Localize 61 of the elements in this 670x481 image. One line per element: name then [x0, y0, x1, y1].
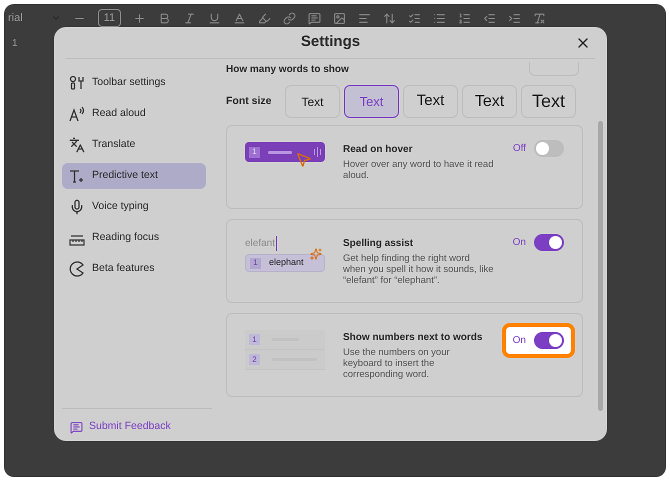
sidebar-item[interactable]: Read aloud	[62, 101, 206, 127]
microphone-icon	[69, 199, 85, 215]
toggle-switch[interactable]	[534, 332, 564, 349]
pie-icon	[69, 261, 85, 277]
bold-icon[interactable]	[158, 12, 172, 24]
plus-icon[interactable]	[133, 12, 146, 24]
font-size-option[interactable]: Text	[521, 85, 576, 118]
font-size-option[interactable]: Text	[403, 85, 458, 118]
setting-label: How many words to show	[226, 62, 349, 76]
submit-feedback-link[interactable]: Submit Feedback	[89, 419, 171, 435]
feature-title: Show numbers next to words	[343, 331, 484, 345]
text-color-icon[interactable]	[233, 12, 246, 24]
speaking-letter-icon	[69, 106, 85, 122]
toggle-control[interactable]: On	[512, 234, 564, 251]
toggle-switch[interactable]	[534, 140, 564, 157]
toggle-switch[interactable]	[534, 234, 564, 251]
link-icon[interactable]	[283, 12, 296, 24]
font-size-option[interactable]: Text	[285, 85, 340, 118]
font-name[interactable]: rial	[8, 10, 23, 26]
feature-description: Use the numbers on your keyboard to insert the corresponding word.	[343, 347, 451, 380]
underline-icon[interactable]	[208, 12, 222, 24]
tools-icon	[69, 75, 85, 91]
toggle-state-label: On	[512, 334, 526, 348]
ruler-mark: 1	[12, 37, 18, 51]
sparkle-icon	[310, 248, 322, 260]
toggle-state-label: Off	[512, 142, 526, 156]
italic-icon[interactable]	[183, 12, 196, 24]
feature-title: Read on hover	[343, 143, 414, 157]
line-spacing-icon[interactable]	[383, 12, 396, 24]
clear-formatting-icon[interactable]	[533, 12, 546, 24]
indent-icon[interactable]	[508, 12, 522, 24]
feature-title: Spelling assist	[343, 237, 414, 251]
sidebar-item[interactable]: Reading focus	[62, 225, 206, 251]
sidebar-item[interactable]: Voice typing	[62, 194, 206, 220]
sidebar-item[interactable]: Predictive text	[62, 163, 206, 189]
sidebar-item[interactable]: Toolbar settings	[62, 70, 206, 96]
feature-description: Get help finding the right word when you spell it how it sounds, like “elefant” for “elephant”.	[343, 253, 494, 286]
highlighted-toggle-control[interactable]: On	[502, 323, 575, 358]
numbered-list-preview: 1 2	[245, 330, 325, 370]
feature-description: Hover over any word to have it read aloud.	[343, 159, 494, 181]
font-size-option[interactable]: Text	[462, 85, 517, 118]
toggle-state-label: On	[512, 236, 526, 250]
text-sparkle-icon	[69, 168, 85, 184]
highlighter-icon[interactable]	[258, 12, 272, 24]
align-icon[interactable]	[358, 12, 372, 24]
toggle-control[interactable]: Off	[512, 140, 564, 157]
image-icon[interactable]	[333, 12, 346, 24]
font-size-label: Font size	[226, 94, 273, 109]
sidebar-item[interactable]: Beta features	[62, 256, 206, 282]
misspelled-word: elefant	[245, 236, 278, 251]
cursor-icon	[295, 151, 312, 168]
sidebar-item[interactable]: Translate	[62, 132, 206, 158]
comment-icon[interactable]	[308, 12, 322, 24]
scrollbar-thumb[interactable]	[598, 121, 603, 411]
window-title: Settings	[300, 32, 360, 52]
outdent-icon[interactable]	[483, 12, 496, 24]
font-size-option[interactable]: Text	[344, 85, 399, 118]
feedback-icon[interactable]	[70, 420, 83, 434]
checklist-icon[interactable]	[408, 12, 422, 24]
translate-icon	[69, 137, 85, 153]
numbered-list-icon[interactable]	[458, 12, 472, 24]
